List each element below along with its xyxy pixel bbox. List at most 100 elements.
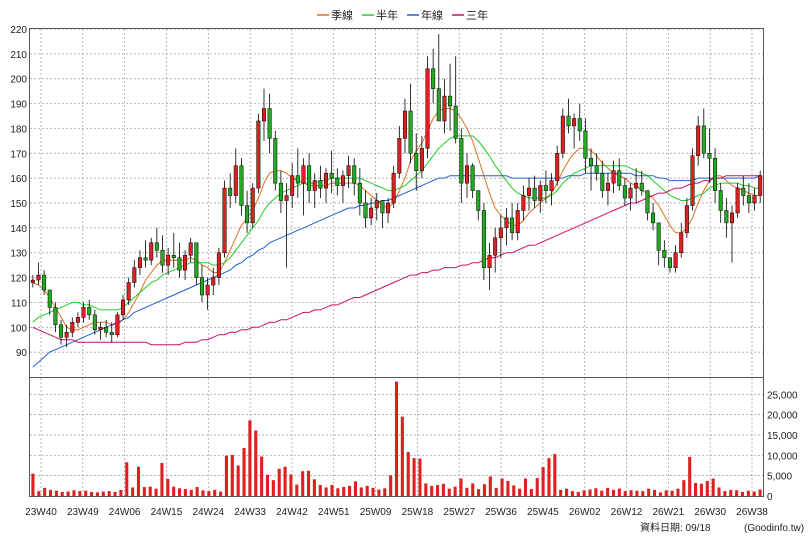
candle-body	[104, 327, 109, 333]
candle-body	[53, 307, 58, 326]
volume-bar	[166, 478, 170, 496]
volume-bar	[383, 488, 387, 496]
candle-body	[312, 180, 317, 191]
x-tick-label: 24W42	[276, 507, 308, 518]
candle-body	[239, 165, 244, 206]
x-tick-label: 24W33	[234, 507, 266, 518]
volume-bar	[31, 473, 35, 496]
price-tick-label: 100	[10, 323, 27, 334]
volume-bar	[670, 490, 674, 496]
ma-line-2	[32, 172, 761, 368]
x-tick-label: 25W09	[360, 507, 392, 518]
volume-bar	[248, 420, 252, 496]
candle-body	[729, 212, 734, 224]
candle-body	[555, 153, 560, 181]
volume-bar	[283, 466, 287, 496]
volume-bar	[512, 485, 516, 496]
volume-bar	[635, 490, 639, 496]
candle-body	[752, 195, 757, 204]
candle-body	[397, 138, 402, 174]
volume-bar	[101, 491, 105, 496]
price-tick-label: 200	[10, 75, 27, 86]
candle-body	[369, 207, 374, 219]
volume-bar	[740, 491, 745, 496]
candle-body	[527, 187, 532, 196]
volume-bar	[570, 491, 574, 496]
candle-body	[228, 187, 233, 196]
price-tick-label: 130	[10, 249, 27, 260]
volume-bar	[406, 452, 410, 496]
volume-bar	[729, 489, 733, 496]
candle-body	[436, 88, 441, 122]
candle-body	[741, 187, 746, 196]
volume-bar	[694, 482, 698, 496]
volume-bar	[113, 491, 117, 496]
x-tick-label: 25W36	[485, 507, 517, 518]
stock-chart: 季線 半年 年線 三年 90 100 110 120 130 140 150 160 170 18…	[10, 8, 804, 534]
volume-bar	[465, 487, 469, 496]
volume-bar	[107, 491, 111, 496]
volume-bar	[699, 483, 703, 496]
candle-body	[177, 257, 182, 271]
x-tick-label: 25W45	[527, 507, 559, 518]
candle-body	[498, 227, 503, 239]
candle-body	[81, 307, 86, 318]
volume-bar	[494, 487, 498, 496]
candle-body	[718, 190, 723, 211]
volume-bar	[459, 478, 463, 496]
candle-body	[64, 332, 69, 338]
candle-body	[149, 242, 154, 261]
x-tick-label: 25W27	[443, 507, 475, 518]
volume-bar	[195, 487, 199, 496]
volume-bar	[183, 489, 187, 496]
volume-bar	[500, 478, 504, 496]
volume-bar	[746, 490, 750, 496]
candle-body	[75, 317, 80, 323]
volume-bar	[289, 474, 293, 496]
volume-bar	[330, 485, 334, 496]
volume-bar	[611, 489, 616, 496]
candle-body	[673, 252, 678, 268]
candle-body	[216, 252, 221, 278]
candle-body	[724, 210, 729, 224]
candle-body	[425, 68, 430, 149]
candle-body	[278, 182, 283, 201]
candle-body	[205, 284, 210, 296]
volume-bar	[271, 480, 275, 496]
legend-label-quarterly: 季線	[331, 8, 353, 22]
volume-bar	[48, 489, 53, 496]
volume-bar	[219, 491, 223, 496]
volume-bar	[142, 487, 146, 496]
volume-bar	[265, 474, 270, 496]
volume-bar	[295, 484, 299, 496]
candle-body	[679, 232, 684, 253]
legend: 季線 半年 年線 三年	[317, 8, 488, 22]
candle-body	[137, 257, 142, 268]
candle-body	[560, 115, 565, 154]
volume-bar	[148, 486, 152, 496]
price-tick-label: 140	[10, 224, 27, 235]
price-tick-label: 220	[10, 25, 27, 36]
volume-bar	[482, 484, 487, 496]
candle-body	[634, 182, 639, 189]
candle-body	[684, 205, 689, 234]
volume-bar	[236, 465, 240, 496]
volume-bar	[177, 488, 182, 496]
volume-bar	[600, 490, 604, 496]
candle-body	[453, 105, 458, 139]
volume-bar	[37, 491, 41, 496]
candle-body	[532, 187, 537, 201]
volume-bar	[224, 455, 228, 496]
candle-body	[357, 182, 362, 204]
candle-body	[166, 254, 171, 266]
volume-bar	[535, 478, 539, 496]
volume-tick-label: 0	[767, 492, 773, 503]
price-tick-label: 160	[10, 174, 27, 185]
candle-body	[538, 185, 543, 201]
candle-body	[701, 125, 706, 154]
volume-bar	[95, 492, 99, 496]
volume-bar	[506, 480, 510, 496]
volume-bar	[629, 490, 633, 496]
candle-body	[656, 222, 661, 251]
legend-label-yearly: 年線	[421, 8, 443, 22]
